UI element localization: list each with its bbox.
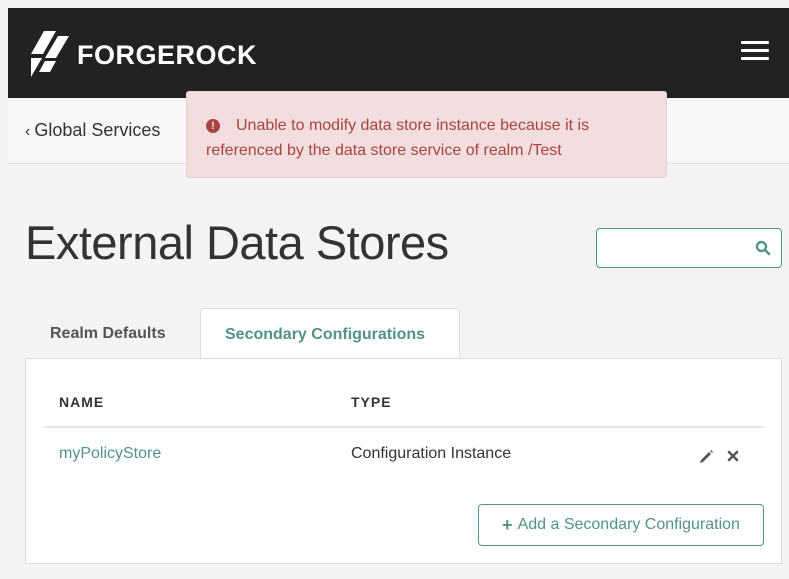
add-button-label: Add a Secondary Configuration [517,516,740,533]
top-navbar: FORGEROCK [8,8,789,98]
error-alert: ! Unable to modify data store instance be… [186,91,667,178]
exclamation-circle-icon: ! [206,119,220,133]
plus-icon: + [502,514,513,535]
secondary-configurations-panel: NAME TYPE myPolicyStore Configuration In… [25,358,782,564]
search-input[interactable] [597,229,747,267]
hamburger-menu-icon[interactable] [741,41,769,61]
add-secondary-configuration-button[interactable]: + Add a Secondary Configuration [478,504,764,546]
forgerock-logo[interactable]: FORGEROCK [25,28,257,78]
pencil-icon[interactable] [698,449,714,465]
column-header-name: NAME [59,394,105,410]
back-link-label: Global Services [34,120,161,140]
page-title: External Data Stores [25,216,449,269]
close-icon[interactable] [726,449,740,463]
search-icon[interactable] [755,240,771,256]
tab-secondary-configurations[interactable]: Secondary Configurations [200,308,460,360]
config-type: Configuration Instance [351,445,512,462]
column-header-type: TYPE [351,394,392,410]
forgerock-logo-icon [31,31,69,77]
config-name-link[interactable]: myPolicyStore [59,445,161,463]
table-row: myPolicyStore Configuration Instance [44,428,764,480]
tab-realm-defaults[interactable]: Realm Defaults [25,308,198,359]
brand-name: FORGEROCK [77,39,257,70]
search-box[interactable] [596,228,782,268]
back-to-global-services-link[interactable]: ‹ Global Services [25,120,160,141]
alert-message: Unable to modify data store instance bec… [206,117,590,159]
chevron-left-icon: ‹ [25,123,31,140]
